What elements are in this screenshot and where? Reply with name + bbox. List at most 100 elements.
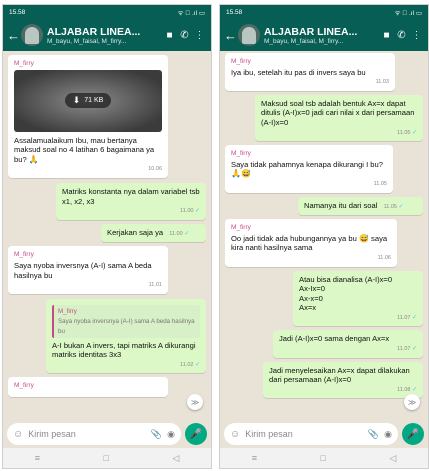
back-arrow-icon[interactable]: ← [224,28,237,43]
input-pill: ☺ 📎 ◉ [7,423,181,445]
group-avatar[interactable] [238,24,260,46]
quoted-message[interactable]: M_firry Saya nyoba inversnya (A-I) sama … [52,304,200,338]
message-time: 11.05 ✓ [384,203,404,213]
message-text: Matriks konstanta nya dalam variabel tsb… [62,186,200,206]
message-incoming[interactable]: M_firry Saya tidak pahamnya kenapa dikur… [225,145,393,193]
message-time: 11.05 [373,180,387,187]
camera-icon[interactable]: ◉ [167,429,175,440]
group-avatar[interactable] [21,24,43,46]
message-outgoing[interactable]: Namanya itu dari soal 11.05 ✓ [298,196,423,216]
menu-icon[interactable]: ⋮ [192,30,207,41]
message-list[interactable]: M_firry Iya ibu, setelah itu pas di inve… [220,51,428,421]
nav-home-icon[interactable]: □ [320,453,325,463]
message-time: 11.02 ✓ [52,361,200,371]
read-tick-icon: ✓ [184,230,190,237]
video-call-icon[interactable]: ■ [162,30,177,41]
right-phone-screen: 15.58 ᯤ ᪲ .ıl ▭ ← ALJABAR LINEA... M_bay… [219,4,429,469]
emoji-icon[interactable]: ☺ [230,429,240,440]
message-sender: M_firry [231,224,251,232]
mic-button[interactable]: 🎤 [402,423,424,445]
read-tick-icon: ✓ [398,203,404,210]
status-time: 15.58 [9,8,26,16]
message-text: Saya nyoba inversnya (A-I) sama A beda h… [14,260,152,280]
message-line: Ax=x [299,303,317,313]
chat-title-block[interactable]: ALJABAR LINEA... M_bayu, M_faisal, M_fir… [264,26,379,45]
nav-home-icon[interactable]: □ [103,453,108,463]
message-outgoing[interactable]: Kerjakan saja ya 11.00 ✓ [101,223,206,243]
message-time: 11.01 [148,282,162,289]
message-sender: M_firry [14,60,34,67]
chat-header: ← ALJABAR LINEA... M_bayu, M_faisal, M_f… [3,19,211,51]
read-tick-icon: ✓ [411,346,417,353]
message-outgoing[interactable]: Jadi (A-I)x=0 sama dengan Ax=x 11.07 ✓ [273,330,423,358]
scroll-down-button[interactable]: ≫ [404,394,420,410]
quoted-text: Saya nyoba inversnya (A-I) sama A beda h… [58,318,195,335]
message-text: Jadi (A-I)x=0 sama dengan Ax=x [279,334,390,344]
message-incoming[interactable]: M_firry ⬇ 71 KB Assalamualaikum Ibu, mau… [8,55,168,178]
attach-icon[interactable]: 📎 [151,429,162,440]
message-outgoing[interactable]: Maksud soal tsb adalah bentuk Ax=x dapat… [255,94,423,142]
message-time: 11.07 ✓ [279,345,417,355]
message-sender: M_firry [231,150,251,158]
message-incoming[interactable]: M_firry Saya nyoba inversnya (A-I) sama … [8,246,168,294]
status-bar: 15.58 ᯤ ᪲ .ıl ▭ [3,5,211,19]
chat-members: M_bayu, M_faisal, M_firry... [47,37,127,45]
message-outgoing[interactable]: Matriks konstanta nya dalam variabel tsb… [56,182,206,220]
voice-call-icon[interactable]: ✆ [177,30,192,41]
time-value: 11.02 [180,361,194,368]
read-tick-icon: ✓ [194,208,200,215]
message-text: Maksud soal tsb adalah bentuk Ax=x dapat… [261,98,415,127]
left-phone-screen: 15.58 ᯤ ᪲ .ıl ▭ ← ALJABAR LINEA... M_bay… [2,4,212,469]
attach-icon[interactable]: 📎 [368,429,379,440]
message-time: 11.00 ✓ [169,230,189,240]
message-time: 11.00 ✓ [62,207,200,217]
message-incoming[interactable]: M_firry Iya ibu, setelah itu pas di inve… [225,53,395,91]
camera-icon[interactable]: ◉ [384,429,392,440]
download-button[interactable]: ⬇ 71 KB [64,92,112,109]
scroll-down-button[interactable]: ≫ [187,394,203,410]
time-value: 11.07 [397,314,411,321]
input-pill: ☺ 📎 ◉ [224,423,398,445]
nav-back-icon[interactable]: ◁ [172,453,179,464]
pray-emoji: 🙏 [28,154,39,164]
mic-button[interactable]: 🎤 [185,423,207,445]
emoji-reaction: 🙏😅 [231,169,251,179]
message-outgoing[interactable]: Jadi menyelesaikan Ax=x dapat dilakukan … [263,361,423,399]
message-text: Jadi menyelesaikan Ax=x dapat dilakukan … [269,365,410,385]
message-time: 11.03 [375,79,389,86]
menu-icon[interactable]: ⋮ [409,30,424,41]
nav-menu-icon[interactable]: ≡ [35,453,40,463]
message-text-a: Oo jadi tidak ada hubungannya ya bu [231,233,357,243]
voice-call-icon[interactable]: ✆ [394,30,409,41]
message-line: Ax-Ix=0 [299,284,325,294]
message-list[interactable]: M_firry ⬇ 71 KB Assalamualaikum Ibu, mau… [3,51,211,421]
time-value: 11.07 [397,346,411,353]
message-time: 10.06 [148,166,162,173]
message-time: 11.06 [377,254,391,261]
message-outgoing[interactable]: Atau bisa dianalisa (A-I)x=0 Ax-Ix=0 Ax-… [293,270,423,327]
message-text: A-I bukan A invers, tapi matriks A dikur… [52,340,196,360]
message-input[interactable] [28,429,146,439]
message-outgoing-reply[interactable]: M_firry Saya nyoba inversnya (A-I) sama … [46,298,206,374]
message-incoming[interactable]: M_firry Oo jadi tidak ada hubungannya ya… [225,219,397,267]
message-composer: ☺ 📎 ◉ 🎤 [7,422,207,446]
message-sender: M_firry [14,382,34,390]
message-incoming-partial[interactable]: M_firry [8,377,168,398]
mic-icon: 🎤 [406,428,420,440]
message-input[interactable] [245,429,363,439]
quoted-sender: M_firry [58,307,77,315]
message-text: Kerjakan saja ya [107,227,164,237]
mic-icon: 🎤 [189,428,203,440]
nav-menu-icon[interactable]: ≡ [252,453,257,463]
time-value: 11.05 [397,129,411,136]
time-value: 11.00 [180,208,194,215]
emoji-icon[interactable]: ☺ [13,429,23,440]
time-value: 11.00 [169,230,183,237]
message-composer: ☺ 📎 ◉ 🎤 [224,422,424,446]
back-arrow-icon[interactable]: ← [7,28,20,43]
image-attachment[interactable]: ⬇ 71 KB [14,69,162,132]
video-call-icon[interactable]: ■ [379,30,394,41]
status-time: 15.58 [226,8,243,16]
chat-title-block[interactable]: ALJABAR LINEA... M_bayu, M_faisal, M_fir… [47,26,162,45]
nav-back-icon[interactable]: ◁ [389,453,396,464]
